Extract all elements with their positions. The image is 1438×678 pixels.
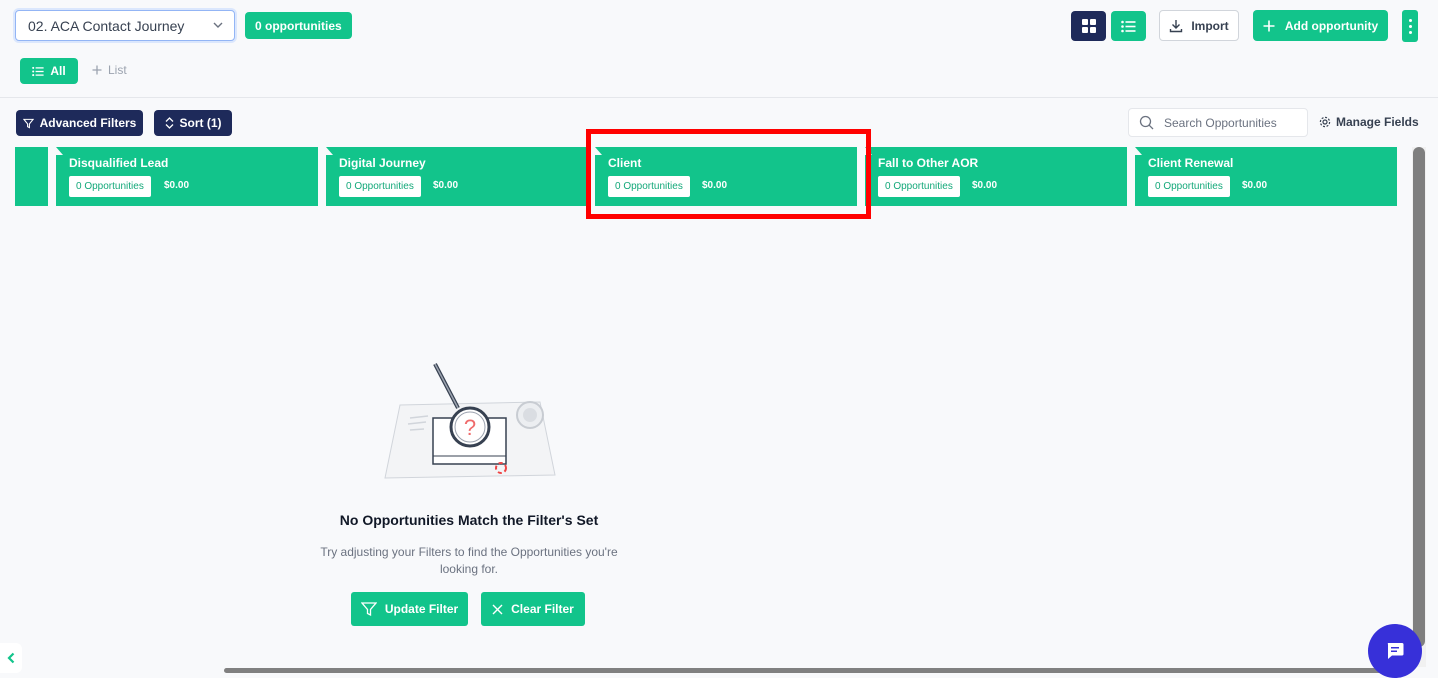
stage-value: $0.00 — [164, 180, 190, 191]
list-view-button[interactable] — [1111, 11, 1146, 41]
plus-icon — [92, 65, 102, 75]
stage-value: $0.00 — [972, 180, 998, 191]
list-icon — [32, 66, 44, 76]
tab-all-label: All — [50, 64, 66, 78]
import-label: Import — [1191, 18, 1229, 33]
pipeline-select[interactable]: 02. ACA Contact Journey — [15, 10, 235, 41]
collapse-sidebar-button[interactable] — [0, 643, 22, 673]
stage-count-badge: 0 Opportunities — [1148, 176, 1230, 197]
chevron-down-icon — [213, 22, 223, 28]
manage-fields-label: Manage Fields — [1336, 115, 1419, 129]
stage-name: Digital Journey — [339, 156, 426, 170]
sort-icon — [165, 117, 173, 129]
stage-value: $0.00 — [433, 180, 459, 191]
advanced-filters-button[interactable]: Advanced Filters — [16, 110, 143, 136]
stage-strip-start — [15, 147, 48, 206]
manage-fields-button[interactable]: Manage Fields — [1319, 115, 1419, 129]
update-filter-button[interactable]: Update Filter — [351, 592, 468, 626]
stage-disqualified-lead[interactable]: Disqualified Lead 0 Opportunities $0.00 — [56, 147, 318, 206]
stage-name: Disqualified Lead — [69, 156, 169, 170]
empty-state-description: Try adjusting your Filters to find the O… — [320, 545, 618, 576]
stage-count-badge: 0 Opportunities — [339, 176, 421, 197]
opportunity-count-badge: 0 opportunities — [245, 12, 352, 39]
stage-fall-to-other-aor[interactable]: Fall to Other AOR 0 Opportunities $0.00 — [865, 147, 1127, 206]
sort-button[interactable]: Sort (1) — [154, 110, 232, 136]
horizontal-scrollbar[interactable] — [224, 668, 1412, 673]
pipeline-select-value: 02. ACA Contact Journey — [28, 17, 185, 34]
search-input[interactable] — [1164, 115, 1304, 130]
gear-icon — [1319, 116, 1331, 128]
tab-all[interactable]: All — [20, 58, 78, 84]
update-filter-label: Update Filter — [384, 602, 459, 616]
stage-name: Fall to Other AOR — [878, 156, 979, 170]
chevron-left-icon — [7, 652, 15, 664]
search-opportunities-field[interactable] — [1128, 108, 1308, 137]
clear-filter-label: Clear Filter — [511, 602, 574, 616]
import-button[interactable]: Import — [1159, 10, 1239, 41]
chat-widget-button[interactable] — [1368, 624, 1422, 678]
stage-count-badge: 0 Opportunities — [878, 176, 960, 197]
plus-icon — [1263, 20, 1275, 31]
top-bar: 02. ACA Contact Journey 0 opportunities … — [0, 0, 1438, 98]
stage-value: $0.00 — [1242, 180, 1268, 191]
stage-digital-journey[interactable]: Digital Journey 0 Opportunities $0.00 — [326, 147, 588, 206]
stage-name: Client Renewal — [1148, 156, 1234, 170]
add-list-label: List — [108, 63, 127, 77]
stage-client-renewal[interactable]: Client Renewal 0 Opportunities $0.00 — [1135, 147, 1397, 206]
add-opportunity-label: Add opportunity — [1284, 18, 1379, 33]
add-opportunity-button[interactable]: Add opportunity — [1253, 10, 1388, 41]
svg-text:?: ? — [464, 415, 476, 440]
stage-count-badge: 0 Opportunities — [69, 176, 151, 197]
list-icon — [1121, 20, 1136, 32]
close-icon — [492, 604, 503, 614]
board-view-button[interactable] — [1071, 11, 1106, 41]
filter-icon — [360, 602, 377, 616]
clear-filter-button[interactable]: Clear Filter — [481, 592, 585, 626]
chat-icon — [1387, 643, 1404, 659]
add-list-button[interactable]: List — [92, 63, 127, 77]
empty-state-title: No Opportunities Match the Filter's Set — [339, 512, 599, 528]
advanced-filters-label: Advanced Filters — [39, 116, 137, 130]
filter-icon — [22, 118, 34, 129]
sort-label: Sort (1) — [179, 116, 222, 130]
more-options-button[interactable] — [1402, 10, 1418, 42]
download-icon — [1170, 19, 1183, 32]
grid-icon — [1081, 19, 1096, 33]
no-results-illustration: ? — [384, 363, 556, 479]
highlight-annotation — [586, 129, 871, 219]
search-icon — [1139, 115, 1154, 130]
vertical-scrollbar[interactable] — [1413, 147, 1425, 647]
